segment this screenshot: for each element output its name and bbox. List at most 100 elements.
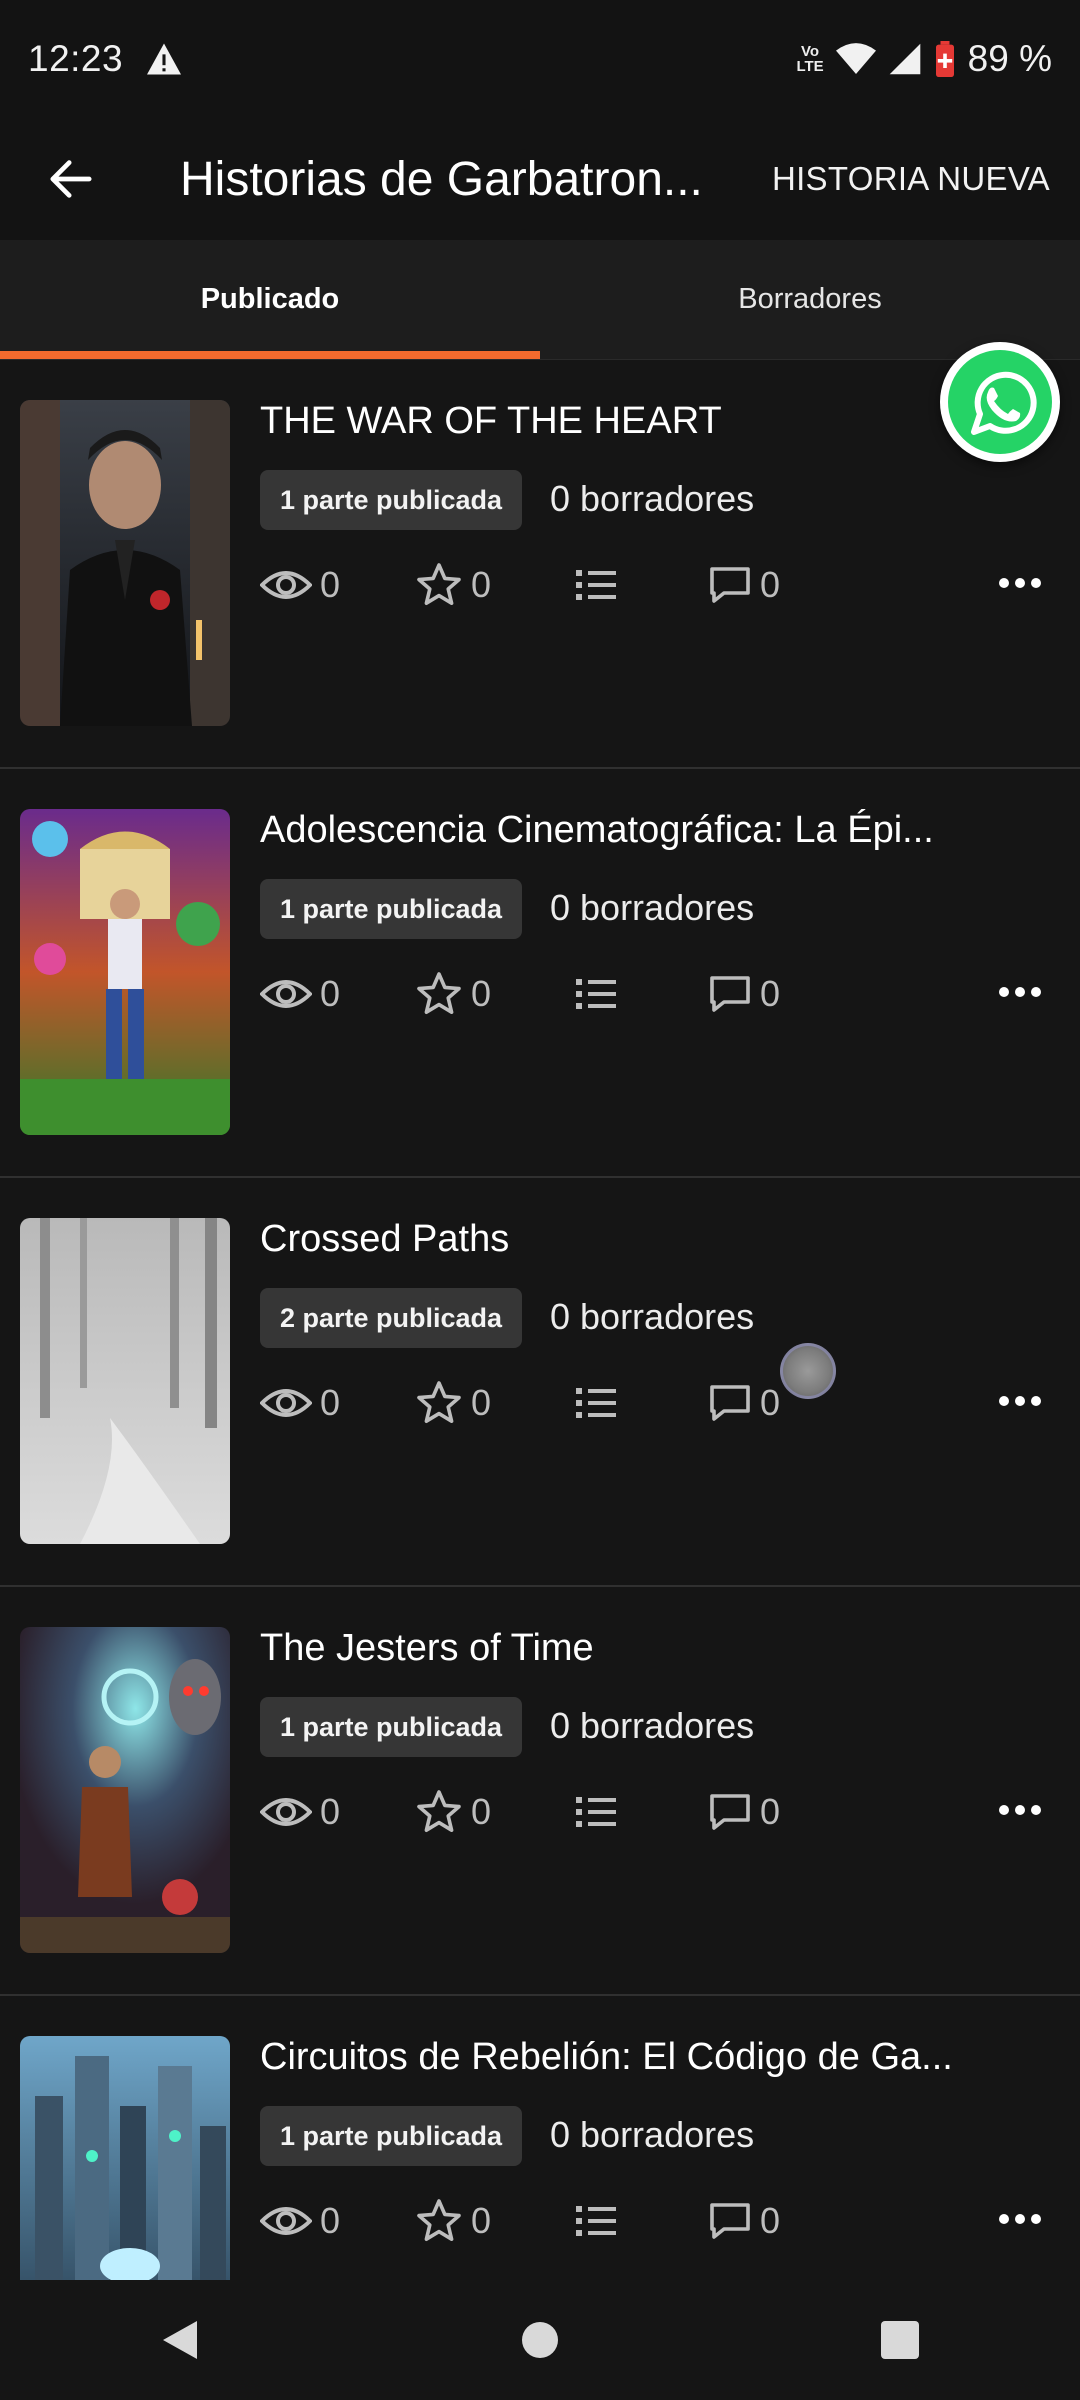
status-icons: Vo LTE 89 % — [796, 38, 1052, 80]
volte-indicator: Vo LTE — [796, 43, 824, 75]
votes-count: 0 — [471, 1382, 492, 1423]
tab-published[interactable]: Publicado — [0, 240, 540, 359]
more-horizontal-icon — [999, 1805, 1009, 1815]
more-horizontal-icon — [999, 578, 1009, 588]
comments-count: 0 — [760, 1791, 781, 1832]
comment-icon — [710, 976, 750, 1012]
more-options-button[interactable] — [990, 2194, 1050, 2244]
votes-count: 0 — [471, 2200, 492, 2241]
votes-stat: 0 — [415, 2196, 491, 2246]
reads-count: 0 — [320, 973, 341, 1014]
reads-count: 0 — [320, 2200, 341, 2241]
more-options-button[interactable] — [990, 1376, 1050, 1426]
touch-indicator — [780, 1343, 836, 1399]
story-title[interactable]: The Jesters of Time — [260, 1627, 980, 1670]
comments-stat: 0 — [708, 1378, 780, 1428]
story-row[interactable]: The Jesters of Time 1 parte publicada 0 … — [0, 1587, 1080, 1996]
status-time: 12:23 — [28, 38, 124, 79]
story-stats: 0 0 0 — [260, 969, 820, 1019]
nav-home-button[interactable] — [490, 2290, 590, 2390]
story-stats: 0 0 0 — [260, 560, 820, 610]
list-icon — [576, 1388, 616, 1418]
more-options-button[interactable] — [990, 967, 1050, 1017]
story-list: THE WAR OF THE HEART 1 parte publicada 0… — [0, 360, 1080, 2280]
more-options-button[interactable] — [990, 558, 1050, 608]
signal-icon — [889, 43, 920, 75]
list-icon — [576, 979, 616, 1009]
whatsapp-bubble[interactable] — [940, 342, 1060, 462]
comment-icon — [710, 567, 750, 603]
comment-icon — [710, 2203, 750, 2239]
published-parts-badge: 1 parte publicada — [260, 879, 523, 939]
star-icon — [417, 1790, 461, 1832]
reads-count: 0 — [320, 1791, 341, 1832]
reads-stat: 0 — [260, 1378, 340, 1428]
published-parts-badge: 1 parte publicada — [260, 2106, 523, 2166]
comments-count: 0 — [760, 1382, 781, 1423]
story-cover[interactable] — [20, 1218, 230, 1544]
nav-recents-button[interactable] — [850, 2290, 950, 2390]
comments-count: 0 — [760, 2200, 781, 2241]
parts-stat — [576, 1787, 616, 1837]
story-cover[interactable] — [20, 400, 230, 726]
votes-stat: 0 — [415, 1787, 491, 1837]
parts-stat — [576, 2196, 616, 2246]
more-horizontal-icon — [999, 987, 1009, 997]
drafts-count: 0 borradores — [550, 478, 755, 519]
list-icon — [576, 2206, 616, 2236]
story-title[interactable]: Adolescencia Cinematográfica: La Épi... — [260, 809, 980, 852]
more-options-button[interactable] — [990, 1785, 1050, 1835]
story-stats: 0 0 0 — [260, 1787, 820, 1837]
reads-stat: 0 — [260, 560, 340, 610]
story-title[interactable]: THE WAR OF THE HEART — [260, 400, 980, 443]
story-row[interactable]: Crossed Paths 2 parte publicada 0 borrad… — [0, 1178, 1080, 1587]
story-title[interactable]: Circuitos de Rebelión: El Código de Ga..… — [260, 2036, 980, 2079]
circle-home-icon — [522, 2322, 558, 2358]
list-icon — [576, 570, 616, 600]
comment-icon — [710, 1385, 750, 1421]
app-bar: Historias de Garbatron... HISTORIA NUEVA — [0, 118, 1080, 240]
story-row[interactable]: THE WAR OF THE HEART 1 parte publicada 0… — [0, 360, 1080, 769]
comments-count: 0 — [760, 564, 781, 605]
comments-stat: 0 — [708, 560, 780, 610]
list-icon — [576, 1797, 616, 1827]
wifi-icon — [835, 43, 876, 74]
story-row[interactable]: Circuitos de Rebelión: El Código de Ga..… — [0, 1996, 1080, 2280]
story-cover[interactable] — [20, 2036, 230, 2280]
parts-stat — [576, 1378, 616, 1428]
reads-stat: 0 — [260, 2196, 340, 2246]
published-parts-badge: 1 parte publicada — [260, 470, 523, 530]
back-button[interactable] — [26, 134, 116, 224]
comments-stat: 0 — [708, 969, 780, 1019]
story-cover[interactable] — [20, 1627, 230, 1953]
eye-icon — [260, 2207, 312, 2235]
more-horizontal-icon — [999, 2214, 1009, 2224]
reads-stat: 0 — [260, 969, 340, 1019]
story-cover[interactable] — [20, 809, 230, 1135]
parts-stat — [576, 969, 616, 1019]
square-recents-icon — [881, 2321, 919, 2359]
comments-count: 0 — [760, 973, 781, 1014]
comments-stat: 0 — [708, 1787, 780, 1837]
published-parts-badge: 1 parte publicada — [260, 1697, 523, 1757]
eye-icon — [260, 1389, 312, 1417]
votes-stat: 0 — [415, 969, 491, 1019]
system-nav-bar — [0, 2280, 1080, 2400]
new-story-button[interactable]: HISTORIA NUEVA — [772, 160, 1050, 198]
comment-icon — [710, 1794, 750, 1830]
battery-percent: 89 % — [967, 38, 1052, 79]
battery-icon — [935, 41, 954, 77]
reads-stat: 0 — [260, 1787, 340, 1837]
story-row[interactable]: Adolescencia Cinematográfica: La Épi... … — [0, 769, 1080, 1178]
drafts-count: 0 borradores — [550, 2114, 755, 2155]
nav-back-button[interactable] — [130, 2290, 230, 2390]
votes-stat: 0 — [415, 1378, 491, 1428]
votes-count: 0 — [471, 973, 492, 1014]
story-title[interactable]: Crossed Paths — [260, 1218, 980, 1261]
page-title: Historias de Garbatron... — [180, 152, 703, 206]
drafts-count: 0 borradores — [550, 887, 755, 928]
star-icon — [417, 972, 461, 1014]
reads-count: 0 — [320, 564, 341, 605]
tab-bar: Publicado Borradores — [0, 240, 1080, 360]
parts-stat — [576, 560, 616, 610]
